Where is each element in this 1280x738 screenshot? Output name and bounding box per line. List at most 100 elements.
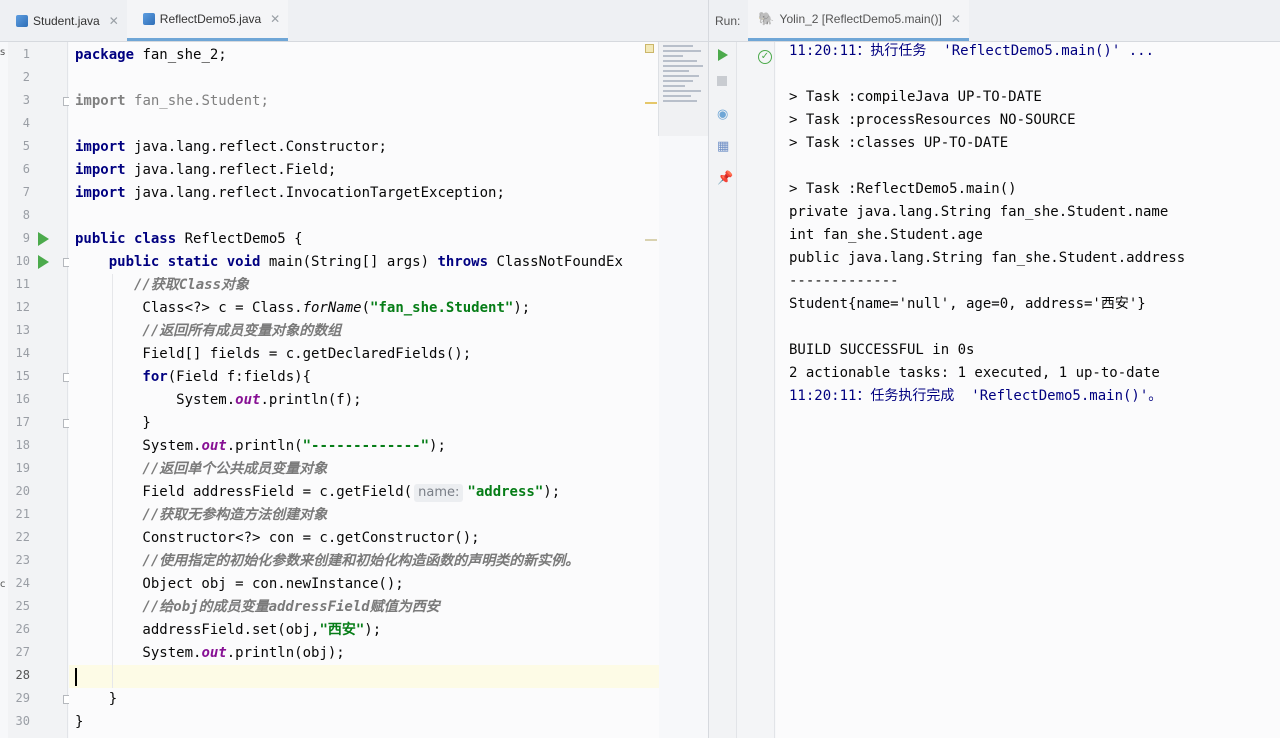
code-line: public static void main(String[] args) t…: [75, 251, 623, 274]
line-number: 28: [15, 668, 30, 682]
line-number: 12: [15, 300, 30, 314]
close-icon[interactable]: ✕: [109, 14, 119, 28]
tab-run-config[interactable]: 🐘 Yolin_2 [ReflectDemo5.main()] ✕: [748, 0, 969, 41]
code-line: //给obj的成员变量addressField赋值为西安: [75, 596, 440, 619]
warning-stripe[interactable]: [645, 102, 657, 104]
run-gutter-icon[interactable]: [38, 232, 49, 246]
check-icon[interactable]: ✓: [758, 50, 772, 64]
code-token: );: [429, 438, 446, 454]
line-number: 3: [22, 93, 30, 107]
tab-reflectdemo5-java[interactable]: ReflectDemo5.java ✕: [126, 0, 289, 41]
run-label: Run:: [715, 13, 741, 28]
line-number: 11: [15, 277, 30, 291]
close-icon[interactable]: ✕: [270, 12, 280, 26]
code-token: System.: [75, 438, 202, 454]
java-class-icon: [16, 14, 28, 27]
code-token: "fan_she.Student": [370, 300, 514, 316]
code-token: java.lang.reflect.InvocationTargetExcept…: [134, 185, 505, 201]
pin-icon[interactable]: 📌: [717, 172, 733, 186]
code-line: Constructor<?> con = c.getConstructor();: [75, 527, 480, 550]
close-icon[interactable]: ✕: [951, 12, 961, 26]
code-token: //返回所有成员变量对象的数组: [75, 323, 342, 339]
code-line: Field[] fields = c.getDeclaredFields();: [75, 343, 471, 366]
code-token: Object obj = con.newInstance();: [75, 576, 404, 592]
line-number: 20: [15, 484, 30, 498]
console-line: > Task :processResources NO-SOURCE: [789, 112, 1076, 128]
tab-student-java[interactable]: Student.java ✕: [0, 0, 127, 41]
code-token: Constructor<?> con = c.getConstructor();: [75, 530, 480, 546]
console-output[interactable]: 11:20:11：执行任务 'ReflectDemo5.main()' ... >…: [776, 42, 1280, 738]
code-line: System.out.println(f);: [75, 389, 362, 412]
code-token: import: [75, 93, 135, 109]
line-number: 9: [22, 231, 30, 245]
code-token: java.lang.reflect.Constructor;: [134, 139, 387, 155]
console-line: 2 actionable tasks: 1 executed, 1 up-to-…: [789, 365, 1160, 381]
console-line: BUILD SUCCESSFUL in 0s: [789, 342, 975, 358]
tab-label: ReflectDemo5.java: [159, 12, 262, 26]
code-token: //返回单个公共成员变量对象: [75, 461, 328, 477]
line-number-gutter[interactable]: 1 2 3 4 5 6 7 8 9 10 11 12 13 14 15 16 17 18 19 20 21 22 23 24 2…: [8, 42, 72, 738]
code-editor[interactable]: package fan_she_2; import fan_she.Student…: [69, 42, 659, 738]
line-number: 5: [22, 139, 30, 153]
play-icon[interactable]: [718, 49, 728, 61]
run-gutter-icon[interactable]: [38, 255, 49, 269]
line-number: 26: [15, 622, 30, 636]
code-token: addressField.set(obj,: [75, 622, 320, 638]
line-number: 8: [22, 208, 30, 222]
code-line: //返回所有成员变量对象的数组: [75, 320, 341, 343]
line-number: 18: [15, 438, 30, 452]
line-number: 24: [15, 576, 30, 590]
line-number: 27: [15, 645, 30, 659]
info-stripe[interactable]: [645, 239, 657, 241]
console-status-line: 11:20:11：执行任务 'ReflectDemo5.main()' ...: [789, 43, 1155, 59]
stop-icon[interactable]: [717, 76, 727, 86]
code-line: import java.lang.reflect.Field;: [75, 159, 336, 182]
code-token: .println(f);: [260, 392, 362, 408]
tab-label: Student.java: [33, 13, 100, 28]
line-number: 6: [22, 162, 30, 176]
java-class-icon: [142, 13, 155, 25]
code-token: fan_she_2;: [142, 47, 227, 63]
line-number: 16: [15, 392, 30, 406]
code-line: Object obj = con.newInstance();: [75, 573, 404, 596]
line-number: 25: [15, 599, 30, 613]
line-number: 21: [15, 507, 30, 521]
line-number: 10: [15, 254, 30, 268]
code-token: import: [75, 185, 135, 201]
code-token: //使用指定的初始化参数来创建和初始化构造函数的声明类的新实例。: [75, 553, 580, 569]
line-number: 19: [15, 461, 30, 475]
line-number: 17: [15, 415, 30, 429]
code-token: import: [75, 139, 135, 155]
code-token: ClassNotFoundEx: [496, 254, 623, 270]
run-toolbar: ◉ ▦ 📌: [709, 42, 737, 738]
parameter-hint: name:: [414, 484, 464, 502]
code-line: }: [75, 688, 117, 711]
grid-icon[interactable]: ▦: [717, 140, 729, 154]
code-line: System.out.println("-------------");: [75, 435, 446, 458]
line-number: 22: [15, 530, 30, 544]
line-number: 23: [15, 553, 30, 567]
minimap[interactable]: [658, 42, 708, 136]
code-token: //给obj的成员变量addressField赋值为西安: [75, 599, 440, 615]
code-line: //返回单个公共成员变量对象: [75, 458, 327, 481]
edge-letter: c: [0, 579, 6, 590]
line-number: 2: [22, 70, 30, 84]
eye-icon[interactable]: ◉: [717, 108, 728, 122]
line-number: 30: [15, 714, 30, 728]
console-line: > Task :ReflectDemo5.main(): [789, 181, 1017, 197]
line-number: 14: [15, 346, 30, 360]
code-token: );: [513, 300, 531, 316]
console-status-line: 11:20:11：任务执行完成 'ReflectDemo5.main()'。: [789, 388, 1163, 404]
console-line: int fan_she.Student.age: [789, 227, 983, 243]
code-token: }: [75, 691, 118, 707]
line-number: 13: [15, 323, 30, 337]
code-token: }: [75, 714, 84, 730]
code-token: }: [75, 415, 151, 431]
warning-marker-icon[interactable]: [645, 44, 654, 53]
code-token: import: [75, 162, 135, 178]
code-token: );: [543, 484, 561, 500]
code-token: (: [361, 300, 371, 316]
line-number: 4: [22, 116, 30, 130]
text-caret: [75, 668, 77, 686]
code-line: import fan_she.Student;: [75, 90, 269, 113]
